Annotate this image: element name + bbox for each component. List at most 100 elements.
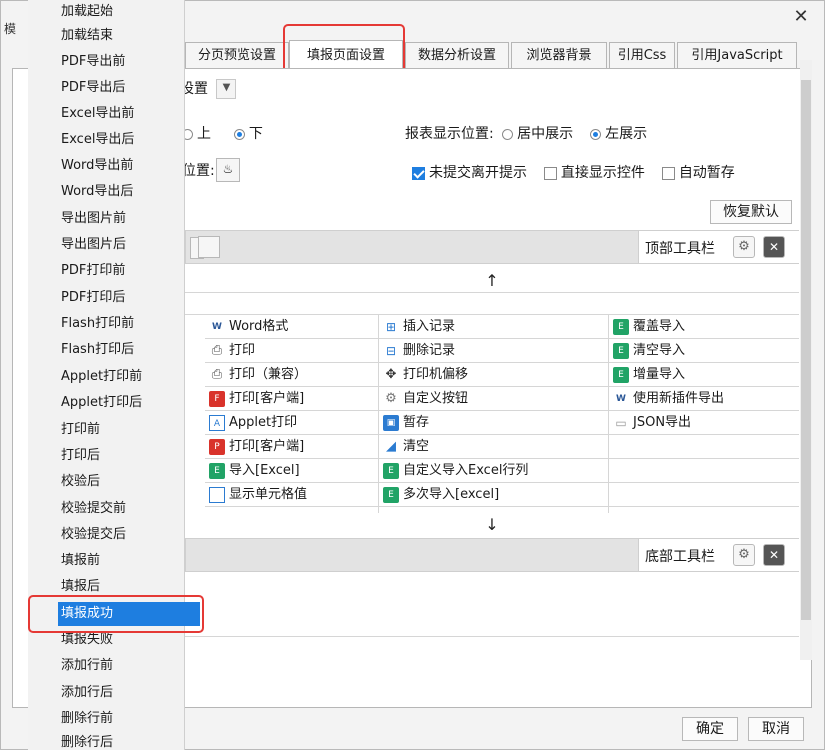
toolbar-item-insert-record[interactable]: ⊞ 插入记录 xyxy=(379,315,608,339)
close-icon[interactable]: ✕ xyxy=(763,236,785,258)
toolbar-item-print-compatible[interactable]: ⎙ 打印（兼容） xyxy=(205,363,378,387)
cancel-button[interactable]: 取消 xyxy=(748,717,804,741)
excel-import-icon: E xyxy=(613,318,629,335)
toolbar-item-overwrite-import[interactable]: E 覆盖导入 xyxy=(609,315,799,339)
menu-item[interactable]: Word导出后 xyxy=(61,180,133,204)
menu-item[interactable]: Flash打印前 xyxy=(61,312,134,336)
toolbar-item-new-plugin-export[interactable]: W 使用新插件导出 xyxy=(609,387,799,411)
toolbar-item-temp-save[interactable]: ▣ 暂存 xyxy=(379,411,608,435)
menu-item[interactable]: 加载起始 xyxy=(61,0,113,24)
checkbox-auto-save[interactable] xyxy=(661,166,675,180)
toolbar-item-incremental-import[interactable]: E 增量导入 xyxy=(609,363,799,387)
menu-item[interactable]: PDF打印后 xyxy=(61,286,125,310)
menu-item[interactable]: Flash打印后 xyxy=(61,338,134,362)
menu-item[interactable]: 导出图片前 xyxy=(61,207,126,231)
menu-item[interactable]: 添加行后 xyxy=(61,681,113,705)
close-icon[interactable]: ✕ xyxy=(763,544,785,566)
paint-bucket-icon[interactable]: ♨ xyxy=(216,158,240,182)
menu-item[interactable]: Excel导出前 xyxy=(61,102,134,126)
window-title: 模 xyxy=(4,22,17,36)
tab-page-break-preview[interactable]: 分页预览设置 xyxy=(185,42,289,68)
options-group: 未提交离开提示 直接显示控件 自动暂存 xyxy=(412,162,735,182)
move-up-arrow[interactable]: ↑ xyxy=(185,270,799,292)
toolbar-items-grid: W Word格式 ⎙ 打印 ⎙ 打印（兼容） F 打印[客户端] A Applet打印 P… xyxy=(185,314,799,515)
menu-item[interactable]: 打印前 xyxy=(61,418,100,442)
toolbar-item-custom-import-excel[interactable]: E 自定义导入Excel行列 xyxy=(379,459,608,483)
close-button[interactable]: ✕ xyxy=(790,6,812,28)
menu-item[interactable]: 删除行前 xyxy=(61,707,113,731)
tab-browser-background[interactable]: 浏览器背景 xyxy=(511,42,607,68)
gear-icon[interactable]: ⚙ xyxy=(733,236,755,258)
toolbar-item-json-export[interactable]: ▭ JSON导出 xyxy=(609,411,799,435)
menu-item[interactable]: 校验后 xyxy=(61,470,100,494)
display-left-label: 左展示 xyxy=(605,126,648,142)
menu-item[interactable]: Applet打印后 xyxy=(61,391,142,415)
display-center-label: 居中展示 xyxy=(517,126,574,142)
json-export-icon: ▭ xyxy=(615,415,627,430)
tab-data-analysis-settings[interactable]: 数据分析设置 xyxy=(405,42,509,68)
move-down-arrow[interactable]: ↓ xyxy=(185,514,799,536)
chevron-down-icon: ▼ xyxy=(216,79,237,99)
empty-slot xyxy=(609,435,799,459)
menu-highlight-box xyxy=(28,595,204,633)
menu-item[interactable]: Excel导出后 xyxy=(61,128,134,152)
scrollbar-thumb[interactable] xyxy=(801,80,811,620)
excel-import-icon: E xyxy=(613,342,629,359)
menu-item[interactable]: 导出图片后 xyxy=(61,233,126,257)
menu-item[interactable]: 添加行前 xyxy=(61,654,113,678)
word-icon: W xyxy=(212,321,222,332)
restore-default-button[interactable]: 恢复默认 xyxy=(710,200,792,224)
tab-reference-javascript[interactable]: 引用JavaScript xyxy=(677,42,797,68)
radio-top-label: 上 xyxy=(197,126,211,142)
toolbar-item-custom-button[interactable]: ⚙ 自定义按钮 xyxy=(379,387,608,411)
toolbar-item-flash-print[interactable]: F 打印[客户端] xyxy=(205,387,378,411)
menu-item[interactable]: 打印后 xyxy=(61,444,100,468)
radio-display-left[interactable] xyxy=(590,128,602,140)
toolbar-item-pdf-print[interactable]: P 打印[客户端] xyxy=(205,435,378,459)
auto-save-label: 自动暂存 xyxy=(678,165,735,181)
toolbar-item-print[interactable]: ⎙ 打印 xyxy=(205,339,378,363)
display-position-group: 报表显示位置: 居中展示 左展示 xyxy=(405,123,647,143)
menu-item[interactable]: PDF打印前 xyxy=(61,259,125,283)
menu-item[interactable]: 删除行后 xyxy=(61,731,113,755)
eraser-icon: ◢ xyxy=(386,438,396,454)
toolbar-item-import-excel[interactable]: E 导入[Excel] xyxy=(205,459,378,483)
menu-item[interactable]: PDF导出后 xyxy=(61,76,125,100)
display-position-label: 报表显示位置: xyxy=(405,126,494,142)
location-setting: 位置: ♨ xyxy=(182,158,240,182)
unsaved-tip-label: 未提交离开提示 xyxy=(429,165,527,181)
gear-icon[interactable]: ⚙ xyxy=(733,544,755,566)
menu-item[interactable]: 校验提交前 xyxy=(61,497,126,521)
insert-record-icon: ⊞ xyxy=(385,319,397,334)
menu-item[interactable]: 填报前 xyxy=(61,549,100,573)
excel-import-icon: E xyxy=(613,366,629,383)
menu-item[interactable]: Word导出前 xyxy=(61,154,133,178)
menu-item[interactable]: 校验提交后 xyxy=(61,523,126,547)
menu-item[interactable]: 加载结束 xyxy=(61,24,113,48)
toolbar-item-printer-offset[interactable]: ✥ 打印机偏移 xyxy=(379,363,608,387)
ok-button[interactable]: 确定 xyxy=(682,717,738,741)
toolbar-item-clear-import[interactable]: E 清空导入 xyxy=(609,339,799,363)
checkbox-unsaved-tip[interactable] xyxy=(412,166,425,180)
toolbar-preview-icon[interactable] xyxy=(198,236,220,258)
menu-item[interactable]: PDF导出前 xyxy=(61,50,125,74)
checkbox-show-controls[interactable] xyxy=(543,166,557,180)
bottom-toolbar-band: 底部工具栏 ⚙ ✕ xyxy=(185,538,799,572)
top-toolbar-header: 顶部工具栏 ⚙ ✕ xyxy=(638,231,799,263)
toolbar-item-applet-print[interactable]: A Applet打印 xyxy=(205,411,378,435)
save-icon: ▣ xyxy=(383,414,399,431)
settings-select[interactable]: 设置 ▼ xyxy=(180,78,237,100)
radio-position-bottom[interactable] xyxy=(233,128,245,140)
radio-display-center[interactable] xyxy=(502,128,514,140)
menu-item[interactable]: Applet打印前 xyxy=(61,365,142,389)
bottom-toolbar-header: 底部工具栏 ⚙ ✕ xyxy=(638,539,799,571)
toolbar-item-clear[interactable]: ◢ 清空 xyxy=(379,435,608,459)
toolbar-item-word-format[interactable]: W Word格式 xyxy=(205,315,378,339)
toolbar-item-multi-import-excel[interactable]: E 多次导入[excel] xyxy=(379,483,608,507)
toolbar-item-delete-record[interactable]: ⊟ 删除记录 xyxy=(379,339,608,363)
tab-reference-css[interactable]: 引用Css xyxy=(609,42,675,68)
toolbar-item-show-cell-value[interactable]: 显示单元格值 xyxy=(205,483,378,507)
empty-slot xyxy=(609,483,799,507)
excel-import-icon: E xyxy=(209,462,225,479)
bottom-area xyxy=(185,636,799,707)
